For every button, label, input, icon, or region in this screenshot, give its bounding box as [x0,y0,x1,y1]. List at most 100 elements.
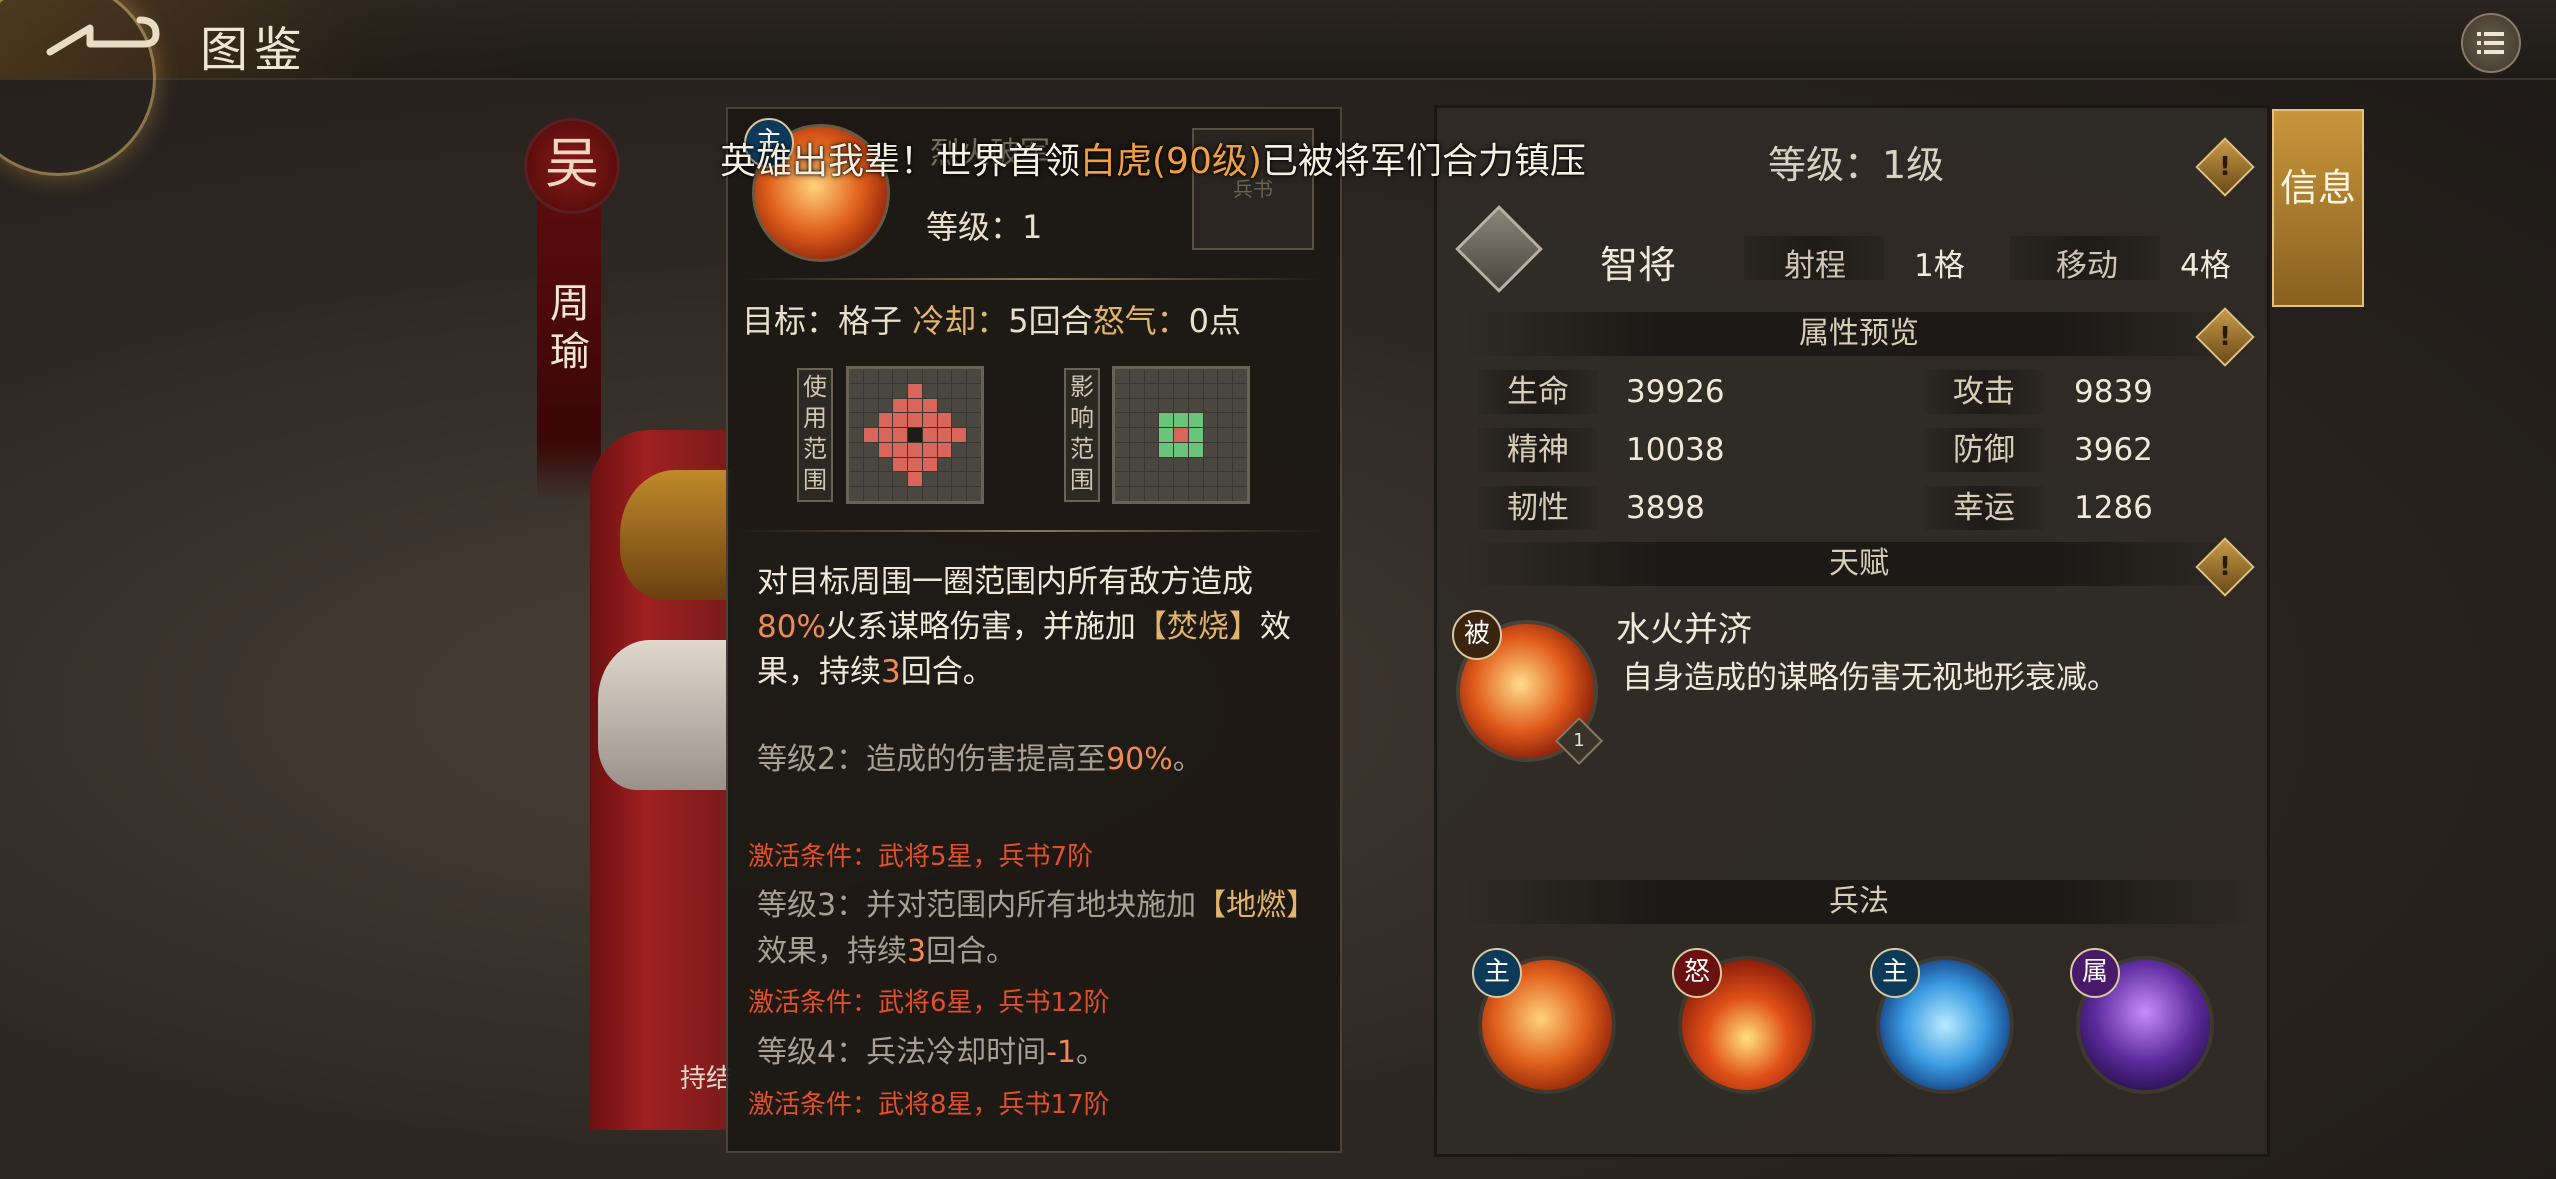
move-value: 4格 [2180,248,2231,284]
grid-cell [1115,487,1129,501]
grid-cell [849,398,863,413]
grid-cell [1233,413,1247,428]
stat-label: 攻击 [1924,370,2044,414]
grid-cell [1159,457,1174,472]
grid-cell [1188,413,1203,428]
grid-cell [908,398,922,413]
grid-cell [893,428,908,442]
grid-cell [1144,383,1159,398]
grid-cell [878,472,893,487]
talent-name: 水火并济 [1616,610,1752,650]
grid-cell [863,457,878,472]
grid-cell [908,413,922,428]
stat-value: 10038 [1626,432,1725,468]
stat-value: 9839 [2074,374,2153,410]
grid-cell [1159,442,1174,457]
stat-value: 3898 [1626,490,1705,526]
target-label: 目标： [742,302,839,340]
stat-value: 39926 [1626,374,1725,410]
grid-cell [1144,428,1159,442]
hint-glyph: ! [2219,322,2231,352]
desc-damage-pct: 80% [757,609,826,645]
move-label: 移动 [2056,248,2118,284]
grid-cell [1218,487,1233,501]
grid-cell [1203,442,1218,457]
desc-turns: 3 [881,654,901,690]
grid-cell [1233,383,1247,398]
grid-cell [908,428,922,442]
level-2-condition: 激活条件：武将5星，兵书7阶 [748,842,1094,872]
stat-value: 1286 [2074,490,2153,526]
talent-description: 自身造成的谋略伤害无视地形衰减。 [1622,660,2118,696]
grid-cell [1115,413,1129,428]
grid-cell [1174,428,1188,442]
grid-cell [1144,398,1159,413]
grid-cell [1115,442,1129,457]
grid-cell [849,472,863,487]
grid-cell [908,487,922,501]
announce-text: 已被将军们合力镇压 [1261,141,1586,182]
grid-cell [863,442,878,457]
grid-cell [1159,398,1174,413]
grid-cell [1233,369,1247,383]
grid-cell [952,487,967,501]
grid-cell [849,487,863,501]
grid-cell [937,398,952,413]
grid-cell [922,413,937,428]
grid-cell [1159,369,1174,383]
grid-cell [878,413,893,428]
level-text: 等级3：并对范围内所有地块施加 [757,888,1197,923]
grid-cell [922,457,937,472]
grid-cell [1144,472,1159,487]
grid-cell [1203,383,1218,398]
grid-cell [937,442,952,457]
grid-cell [1218,428,1233,442]
grid-cell [1203,398,1218,413]
rage-label: 怒气： [1092,302,1189,340]
grid-cell [922,442,937,457]
grid-cell [1203,369,1218,383]
grid-cell [967,487,981,501]
grid-cell [863,428,878,442]
list-icon [2477,32,2504,54]
grid-cell [952,383,967,398]
grid-cell [1159,472,1174,487]
tab-info[interactable]: 信息 [2272,109,2364,307]
range-label: 射程 [1784,248,1846,284]
grid-cell [952,428,967,442]
level-text: 等级2：造成的伤害提高至 [757,742,1107,777]
class-name: 智将 [1600,243,1677,287]
stat-value: 3962 [2074,432,2153,468]
ground-fire-effect-link[interactable]: 【地燃】 [1196,888,1316,923]
grid-cell [908,442,922,457]
hero-caption: 持结 [680,1064,733,1094]
use-range-grid [846,366,984,504]
grid-cell [1188,472,1203,487]
grid-cell [863,487,878,501]
grid-cell [1144,457,1159,472]
skill-level: 等级：1 [926,208,1043,246]
stat-label: 防御 [1924,428,2044,472]
menu-button[interactable] [2461,13,2521,73]
hint-glyph: ! [2219,552,2231,582]
grid-cell [967,442,981,457]
divider [740,278,1325,280]
tactic-tag: 主 [1870,948,1920,998]
hero-armor [598,640,728,790]
grid-cell [893,383,908,398]
grid-cell [1174,369,1188,383]
hero-helmet [620,470,730,600]
grid-cell [1174,472,1188,487]
grid-cell [1115,457,1129,472]
grid-cell [1129,457,1144,472]
grid-cell [1174,413,1188,428]
skill-target-line: 目标：格子 冷却：5回合怒气：0点 [742,296,1241,342]
grid-cell [1218,413,1233,428]
grid-cell [967,369,981,383]
grid-cell [863,383,878,398]
burn-effect-link[interactable]: 【焚烧】 [1136,609,1260,645]
back-icon[interactable] [40,14,160,62]
grid-cell [908,457,922,472]
grid-cell [952,369,967,383]
grid-cell [922,428,937,442]
